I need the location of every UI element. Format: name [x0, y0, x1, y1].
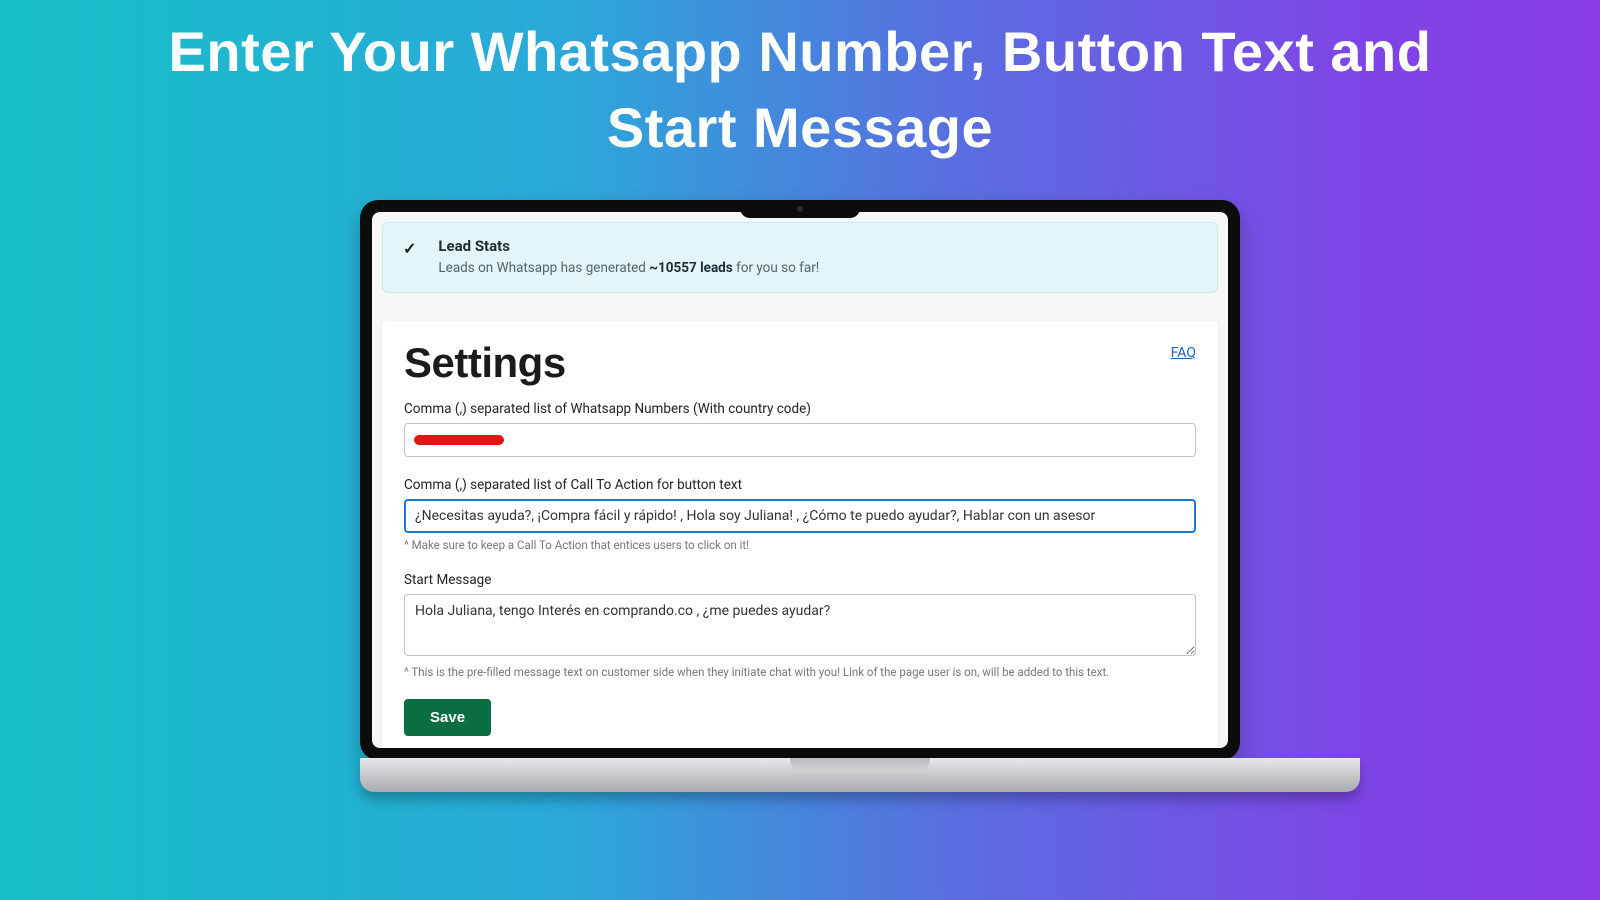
settings-heading: Settings — [404, 339, 566, 387]
numbers-input-wrap — [404, 423, 1196, 457]
lead-stats-banner: ✓ Lead Stats Leads on Whatsapp has gener… — [382, 222, 1218, 293]
laptop-screen-frame: ✓ Lead Stats Leads on Whatsapp has gener… — [360, 200, 1240, 760]
laptop-screen: ✓ Lead Stats Leads on Whatsapp has gener… — [372, 212, 1228, 748]
start-message-input[interactable] — [404, 594, 1196, 656]
cta-label: Comma (,) separated list of Call To Acti… — [404, 477, 1196, 493]
lead-stats-title: Lead Stats — [438, 237, 819, 255]
numbers-label: Comma (,) separated list of Whatsapp Num… — [404, 401, 1196, 417]
laptop-base-notch — [790, 758, 930, 770]
hero-title-line2: Start Message — [607, 96, 993, 159]
hero-title-line1: Enter Your Whatsapp Number, Button Text … — [169, 20, 1432, 83]
laptop-mockup: ✓ Lead Stats Leads on Whatsapp has gener… — [360, 200, 1240, 792]
cta-input[interactable] — [404, 499, 1196, 533]
app-content: ✓ Lead Stats Leads on Whatsapp has gener… — [372, 212, 1228, 748]
redaction-mark — [414, 435, 504, 445]
lead-stats-subtitle: Leads on Whatsapp has generated ~10557 l… — [438, 260, 819, 276]
lead-stats-prefix: Leads on Whatsapp has generated — [438, 260, 649, 276]
settings-header: Settings FAQ — [404, 339, 1196, 387]
lead-stats-count: ~10557 leads — [649, 260, 732, 276]
settings-card: Settings FAQ Comma (,) separated list of… — [382, 321, 1218, 748]
save-button[interactable]: Save — [404, 699, 491, 736]
cta-helper: ^ Make sure to keep a Call To Action tha… — [404, 538, 1196, 552]
start-message-helper: ^ This is the pre-filled message text on… — [404, 665, 1196, 679]
lead-stats-suffix: for you so far! — [733, 260, 820, 276]
faq-link[interactable]: FAQ — [1171, 345, 1196, 361]
laptop-base — [360, 758, 1360, 792]
laptop-notch — [740, 200, 860, 218]
numbers-input[interactable] — [404, 423, 1196, 457]
hero-title: Enter Your Whatsapp Number, Button Text … — [0, 0, 1600, 165]
check-icon: ✓ — [403, 239, 416, 258]
start-message-label: Start Message — [404, 572, 1196, 588]
lead-stats-text: Lead Stats Leads on Whatsapp has generat… — [438, 237, 819, 276]
